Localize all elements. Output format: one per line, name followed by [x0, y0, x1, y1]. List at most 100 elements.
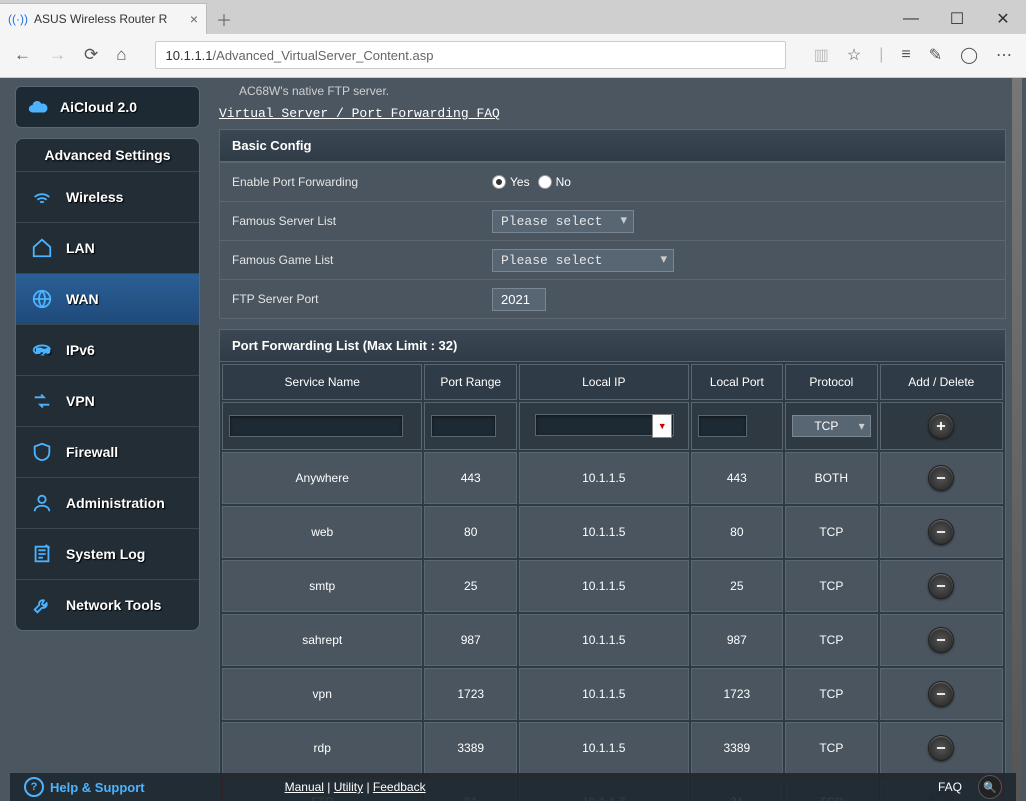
help-icon: ? [24, 777, 44, 797]
new-tab-button[interactable]: ＋ [207, 4, 241, 34]
tab-bar: ((·)) ASUS Wireless Router R × ＋ — ☐ ✕ [0, 0, 1026, 34]
more-icon[interactable]: ⋯ [996, 45, 1012, 65]
sidebar-item-lan[interactable]: LAN [16, 222, 199, 273]
col-protocol: Protocol [785, 364, 878, 400]
sidebar-item-label: Wireless [66, 189, 123, 205]
share-icon[interactable]: ◯ [960, 45, 978, 65]
sidebar-item-label: LAN [66, 240, 95, 256]
famous-game-select[interactable]: Please select [492, 249, 674, 272]
basic-config-panel: Basic Config Enable Port Forwarding Yes … [219, 129, 1006, 319]
maximize-button[interactable]: ☐ [934, 4, 980, 34]
home-icon [30, 236, 54, 260]
cell-service: smtp [222, 560, 422, 612]
cell-action [880, 560, 1003, 612]
sidebar-item-networktools[interactable]: Network Tools [16, 579, 199, 630]
manual-link[interactable]: Manual [285, 780, 324, 794]
sidebar-item-vpn[interactable]: VPN [16, 375, 199, 426]
cell-action [880, 722, 1003, 774]
help-support: ? Help & Support [24, 777, 145, 797]
cell-local_port: 3389 [691, 722, 784, 774]
protocol-select[interactable]: TCP [792, 415, 871, 437]
sidebar-item-aicloud[interactable]: AiCloud 2.0 [15, 86, 200, 128]
col-action: Add / Delete [880, 364, 1003, 400]
shield-icon [30, 440, 54, 464]
sidebar-item-wireless[interactable]: Wireless [16, 171, 199, 222]
sidebar-item-ipv6[interactable]: IPv6 IPv6 [16, 324, 199, 375]
forward-button[interactable]: → [49, 45, 66, 65]
table-row: smtp2510.1.1.525TCP [222, 560, 1003, 612]
faq-link[interactable]: Virtual Server / Port Forwarding FAQ [219, 106, 500, 121]
refresh-button[interactable]: ⟳ [84, 45, 98, 65]
sidebar-item-systemlog[interactable]: System Log [16, 528, 199, 579]
ipv6-icon: IPv6 [30, 338, 54, 362]
delete-button[interactable] [928, 681, 954, 707]
famous-game-label: Famous Game List [220, 253, 492, 267]
col-local-ip: Local IP [519, 364, 689, 400]
sidebar-item-label: Firewall [66, 444, 118, 460]
port-forwarding-table: Service Name Port Range Local IP Local P… [220, 362, 1005, 801]
cell-protocol: TCP [785, 506, 878, 558]
sidebar-item-label: Administration [66, 495, 165, 511]
col-local-port: Local Port [691, 364, 784, 400]
sidebar-item-firewall[interactable]: Firewall [16, 426, 199, 477]
cell-protocol: TCP [785, 560, 878, 612]
home-button[interactable]: ⌂ [116, 45, 126, 65]
feedback-link[interactable]: Feedback [373, 780, 426, 794]
enable-yes-radio[interactable]: Yes [492, 175, 530, 189]
cell-protocol: BOTH [785, 452, 878, 504]
scrollbar[interactable] [1012, 78, 1022, 801]
sidebar-item-label: System Log [66, 546, 145, 562]
browser-nav-bar: ← → ⟳ ⌂ 10.1.1.1/Advanced_VirtualServer_… [0, 34, 1026, 76]
delete-button[interactable] [928, 735, 954, 761]
port-range-input[interactable] [431, 415, 496, 437]
minimize-button[interactable]: — [888, 4, 934, 34]
delete-button[interactable] [928, 465, 954, 491]
browser-chrome: ((·)) ASUS Wireless Router R × ＋ — ☐ ✕ ←… [0, 0, 1026, 78]
table-row: web8010.1.1.580TCP [222, 506, 1003, 558]
favorite-icon[interactable]: ☆ [847, 45, 861, 65]
cell-local_ip: 10.1.1.5 [519, 668, 689, 720]
cell-local_port: 443 [691, 452, 784, 504]
tools-icon [30, 593, 54, 617]
cell-protocol: TCP [785, 722, 878, 774]
footer-links: Manual | Utility | Feedback [285, 780, 426, 794]
delete-button[interactable] [928, 519, 954, 545]
main-content: AC68W's native FTP server. Virtual Serve… [205, 78, 1016, 801]
cell-port_range: 80 [424, 506, 517, 558]
local-ip-input[interactable] [535, 414, 672, 436]
close-window-button[interactable]: ✕ [980, 4, 1026, 34]
search-button[interactable]: 🔍 [978, 775, 1002, 799]
famous-server-label: Famous Server List [220, 214, 492, 228]
delete-button[interactable] [928, 627, 954, 653]
sidebar-item-administration[interactable]: Administration [16, 477, 199, 528]
add-button[interactable] [928, 413, 954, 439]
chevron-down-icon[interactable] [652, 414, 672, 438]
sidebar-item-label: IPv6 [66, 342, 95, 358]
cell-service: web [222, 506, 422, 558]
cell-protocol: TCP [785, 614, 878, 666]
cell-local_port: 25 [691, 560, 784, 612]
cell-local_ip: 10.1.1.5 [519, 452, 689, 504]
ftp-port-input[interactable]: 2021 [492, 288, 546, 311]
address-bar[interactable]: 10.1.1.1/Advanced_VirtualServer_Content.… [155, 41, 786, 69]
browser-tab[interactable]: ((·)) ASUS Wireless Router R × [0, 3, 207, 34]
hub-icon[interactable]: ≡ [901, 46, 910, 64]
utility-link[interactable]: Utility [334, 780, 363, 794]
url-path: /Advanced_VirtualServer_Content.asp [213, 48, 434, 63]
delete-button[interactable] [928, 573, 954, 599]
cell-service: rdp [222, 722, 422, 774]
tab-close-icon[interactable]: × [190, 11, 198, 27]
enable-pf-label: Enable Port Forwarding [220, 175, 492, 189]
local-port-input[interactable] [698, 415, 747, 437]
cell-local_port: 80 [691, 506, 784, 558]
sidebar-item-wan[interactable]: WAN [16, 273, 199, 324]
back-button[interactable]: ← [14, 45, 31, 65]
famous-server-select[interactable]: Please select [492, 210, 634, 233]
cell-action [880, 506, 1003, 558]
enable-no-radio[interactable]: No [538, 175, 571, 189]
notes-icon[interactable]: ✎ [929, 45, 942, 65]
reading-icon[interactable]: ▥ [814, 45, 829, 65]
service-name-input[interactable] [229, 415, 403, 437]
cell-action [880, 614, 1003, 666]
cell-local_ip: 10.1.1.5 [519, 722, 689, 774]
